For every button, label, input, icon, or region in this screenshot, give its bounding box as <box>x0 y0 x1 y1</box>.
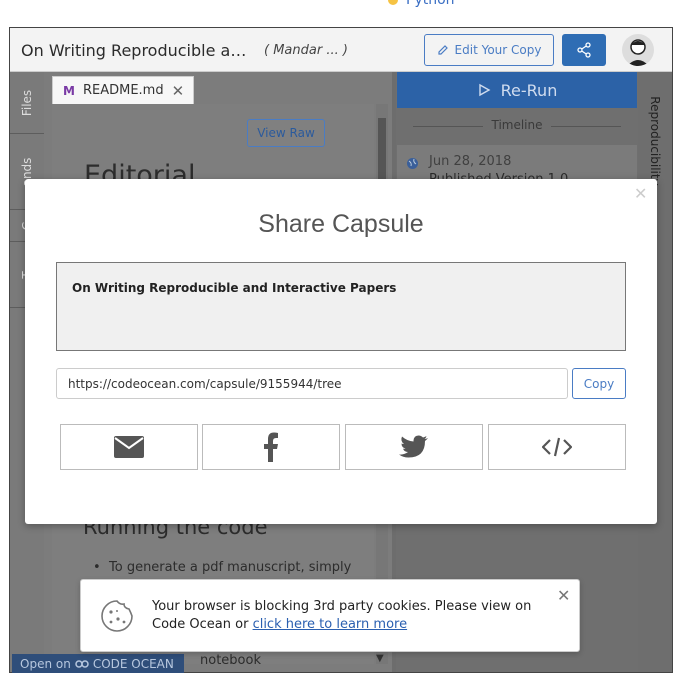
timeline-date: Jun 28, 2018 <box>429 154 512 169</box>
language-dot-icon <box>388 0 398 5</box>
share-email-button[interactable] <box>60 424 198 470</box>
capsule-title: On Writing Reproducible and... <box>21 41 253 60</box>
codeocean-brand-label: CODE OCEAN <box>92 656 174 671</box>
pencil-icon <box>437 45 448 55</box>
cookie-icon <box>100 599 134 637</box>
language-label: Python <box>406 0 455 8</box>
file-tab-readme[interactable]: M README.md ✕ <box>52 76 194 104</box>
readme-partial-line: notebook <box>200 653 261 668</box>
readme-bullet: To generate a pdf manuscript, simply <box>93 560 351 575</box>
tab-reproducibility-label: Reproducibility <box>648 96 662 186</box>
copy-button[interactable]: Copy <box>572 368 626 399</box>
codeocean-logo-icon <box>75 659 89 668</box>
capsule-author[interactable]: ( Mandar ... ) <box>264 43 348 58</box>
open-on-codeocean-link[interactable]: Open on CODE OCEAN <box>12 654 184 673</box>
view-raw-button[interactable]: View Raw <box>247 119 325 147</box>
play-icon <box>478 83 491 97</box>
language-badge: Python <box>388 0 455 8</box>
user-avatar-icon <box>627 39 649 66</box>
share-facebook-button[interactable] <box>202 424 340 470</box>
cookie-message: Your browser is blocking 3rd party cooki… <box>152 598 552 634</box>
share-icon <box>577 42 591 58</box>
close-icon[interactable]: ✕ <box>557 586 570 605</box>
scroll-down-icon[interactable]: ▼ <box>376 653 384 664</box>
tab-files[interactable]: Files <box>10 72 44 134</box>
facebook-icon <box>264 432 278 462</box>
close-icon[interactable]: ✕ <box>634 184 647 203</box>
capsule-url-field[interactable] <box>56 368 568 399</box>
tab-files-label: Files <box>20 89 34 116</box>
modal-title: Share Capsule <box>258 210 424 238</box>
globe-icon <box>406 155 419 174</box>
cookie-learn-more-link[interactable]: click here to learn more <box>253 617 408 632</box>
edit-copy-label: Edit Your Copy <box>454 43 542 57</box>
close-icon[interactable]: ✕ <box>172 82 185 100</box>
edit-copy-button[interactable]: Edit Your Copy <box>424 34 554 66</box>
open-on-label: Open on <box>20 656 71 671</box>
share-embed-button[interactable] <box>488 424 626 470</box>
file-tab-label: README.md <box>82 83 164 98</box>
capsule-preview-title: On Writing Reproducible and Interactive … <box>72 281 397 295</box>
email-icon <box>114 436 144 458</box>
rerun-button[interactable]: Re-Run <box>397 72 637 108</box>
embed-code-icon <box>542 437 572 457</box>
timeline-label: Timeline <box>397 118 637 132</box>
markdown-icon: M <box>63 83 75 98</box>
rerun-label: Re-Run <box>500 80 558 100</box>
share-twitter-button[interactable] <box>345 424 483 470</box>
twitter-icon <box>399 435 428 458</box>
avatar[interactable] <box>622 34 654 66</box>
capsule-preview <box>56 262 626 351</box>
share-button[interactable] <box>562 34 606 66</box>
